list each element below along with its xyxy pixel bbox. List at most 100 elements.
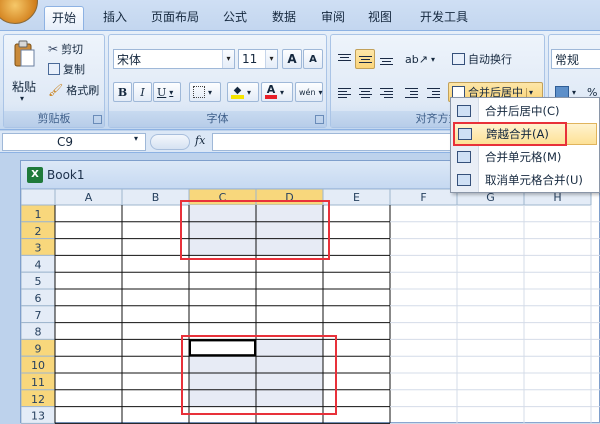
tab-home[interactable]: 开始 [44,6,84,31]
font-name-value: 宋体 [117,52,142,67]
increase-indent-icon [427,87,440,98]
underline-button[interactable]: U ▾ [153,82,181,102]
align-top-icon [338,53,351,65]
tab-data[interactable]: 数据 [266,6,302,30]
align-center-button[interactable] [355,82,375,102]
row-header-label: 2 [35,225,42,238]
row-header-label: 1 [35,208,42,221]
bottom-align-button[interactable] [376,49,396,69]
bold-button[interactable]: B [113,82,132,102]
align-right-button[interactable] [376,82,396,102]
row-header-label: 13 [31,410,45,423]
insert-function-icon[interactable]: fx [195,134,205,147]
font-color-icon: A [265,84,277,99]
row-header-label: 10 [31,359,45,372]
workbook-title: Book1 [47,168,85,182]
row-header-label: 6 [35,292,42,305]
fill-color-button[interactable]: ◆ ▾ [227,82,259,102]
middle-align-button[interactable] [355,49,375,69]
tab-insert[interactable]: 插入 [97,6,133,30]
font-name-select[interactable]: 宋体 ▾ [113,49,235,69]
formula-bar-divider[interactable] [150,134,190,150]
clipboard-group-label: 剪贴板 [4,111,104,127]
chevron-down-icon: ▾ [572,87,577,97]
paste-label: 粘贴 [12,80,37,94]
wrap-text-label: 自动换行 [468,53,512,66]
top-align-button[interactable] [334,49,354,69]
text-orientation-icon: ab↗ [405,52,428,66]
number-format-value: 常规 [555,52,580,67]
merge-center-icon [457,105,471,117]
menu-item-merge-cells[interactable]: 合并单元格(M) [453,146,597,168]
annotation-box-top [180,200,330,260]
shrink-font-button[interactable]: A [303,49,323,69]
align-left-icon [338,87,351,98]
orientation-button[interactable]: ab↗ ▾ [401,49,435,69]
tab-formulas[interactable]: 公式 [218,6,252,30]
align-right-icon [380,87,393,98]
row-header-label: 9 [35,342,42,355]
menu-item-unmerge-cells[interactable]: 取消单元格合并(U) [453,169,597,191]
chevron-down-icon: ▾ [280,87,285,97]
chevron-down-icon[interactable]: ▾ [134,134,138,143]
annotation-box-menu [453,122,567,146]
wrap-text-button[interactable]: 自动换行 [448,49,543,69]
merge-menu: 合并后居中(C) 跨越合并(A) 合并单元格(M) 取消单元格合并(U) [450,97,600,193]
font-group-label: 字体 [109,111,326,127]
menu-item-merge-center[interactable]: 合并后居中(C) [453,100,597,122]
grow-font-button[interactable]: A [282,49,302,69]
tab-review[interactable]: 审阅 [315,6,351,30]
format-painter-label: 格式刷 [66,84,100,97]
number-format-select[interactable]: 常规 [551,49,600,69]
tab-developer[interactable]: 开发工具 [414,6,474,30]
tab-view[interactable]: 视图 [362,6,398,30]
brush-icon: 🖌 [48,83,64,97]
annotation-box-bottom [181,335,337,415]
italic-icon: I [140,85,145,99]
format-painter-button[interactable]: 🖌 格式刷 [44,80,103,100]
font-dialog-launcher[interactable] [315,115,324,124]
chevron-down-icon[interactable]: ▾ [526,87,533,97]
tab-page-layout[interactable]: 页面布局 [145,6,205,30]
select-all-corner[interactable] [21,189,56,206]
increase-indent-button[interactable] [423,82,443,102]
underline-icon: U [157,85,167,99]
decrease-indent-button[interactable] [401,82,421,102]
paste-button[interactable]: 粘贴 ▾ [8,38,40,108]
chevron-down-icon: ▾ [20,94,25,103]
cut-button[interactable]: ✂ 剪切 [44,39,87,59]
phonetic-icon: wén [299,87,316,97]
row-header-label: 11 [31,376,45,389]
unmerge-cells-icon [457,174,471,186]
row-header-label: 4 [35,258,42,271]
align-center-icon [359,87,372,98]
column-header-label: B [152,191,160,204]
bold-icon: B [117,85,128,99]
menu-item-label: 合并单元格(M) [485,150,562,164]
borders-button[interactable]: ▾ [189,82,221,102]
menu-item-label: 合并后居中(C) [485,104,560,118]
copy-button[interactable]: 复制 [44,59,89,79]
font-color-button[interactable]: A ▾ [261,82,293,102]
font-size-value: 11 [242,52,258,66]
paste-icon [14,40,35,67]
chevron-down-icon: ▾ [318,87,323,97]
scissors-icon: ✂ [48,42,59,56]
align-left-button[interactable] [334,82,354,102]
row-header-label: 7 [35,309,42,322]
copy-icon [48,63,60,75]
italic-button[interactable]: I [133,82,152,102]
office-button[interactable] [0,0,38,24]
chevron-down-icon: ▾ [247,87,252,97]
row-header-label: 12 [31,393,45,406]
decrease-indent-icon [405,87,418,98]
font-size-select[interactable]: 11 ▾ [238,49,278,69]
name-box[interactable]: C9 [2,133,146,151]
align-middle-icon [359,54,372,65]
clipboard-dialog-launcher[interactable] [93,115,102,124]
chevron-down-icon: ▾ [169,87,174,97]
clipboard-group: 粘贴 ▾ ✂ 剪切 复制 🖌 格式刷 剪贴板 [3,34,105,128]
phonetic-button[interactable]: wén ▾ [295,82,323,102]
align-bottom-icon [380,54,393,65]
chevron-down-icon: ▾ [265,50,277,68]
